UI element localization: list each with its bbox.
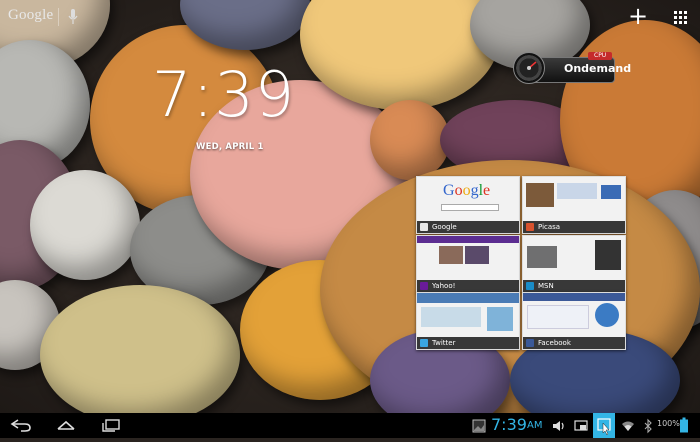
- apps-grid-icon[interactable]: [674, 11, 688, 24]
- cpu-governor-widget[interactable]: CPU Ondemand: [513, 52, 631, 84]
- search-box-preview: [441, 204, 499, 211]
- status-ampm: AM: [527, 420, 543, 431]
- battery-percent: 100%: [657, 419, 680, 428]
- thumb-bar: Twitter: [417, 337, 519, 349]
- thumb-label: Google: [432, 223, 457, 231]
- thumb-bar: Facebook: [523, 337, 625, 349]
- picture-icon[interactable]: [472, 418, 486, 434]
- thumb-label: MSN: [538, 282, 554, 290]
- bird-preview: [487, 307, 513, 331]
- recent-apps-icon[interactable]: [100, 417, 122, 433]
- home-icon[interactable]: [55, 417, 77, 433]
- clock-date: WED, APRIL 1: [196, 142, 264, 152]
- search-divider: [58, 8, 59, 26]
- recent-app-twitter[interactable]: Twitter: [416, 292, 520, 350]
- photo-preview: [439, 246, 463, 264]
- thumb-bar: Yahoo!: [417, 280, 519, 292]
- thumb-bar: MSN: [523, 280, 625, 292]
- top-bar: Google +: [0, 0, 700, 34]
- thumb-bar: Google: [417, 221, 519, 233]
- screenshot-button[interactable]: [593, 413, 615, 438]
- ad-preview: [595, 240, 621, 270]
- msn-app-icon: [526, 282, 534, 290]
- map-preview: [527, 305, 589, 329]
- recent-app-picasa[interactable]: Picasa: [522, 176, 626, 234]
- thumb-label: Facebook: [538, 339, 571, 347]
- google-logo-preview: Google: [443, 182, 491, 199]
- gauge-icon: [513, 52, 545, 84]
- google-search-label[interactable]: Google: [8, 7, 53, 24]
- globe-preview: [595, 303, 619, 327]
- timeline-preview: [421, 307, 481, 327]
- signin-preview: [601, 185, 621, 199]
- yahoo-app-icon: [420, 282, 428, 290]
- photo-preview: [527, 246, 557, 268]
- battery-icon: [680, 417, 688, 433]
- back-icon[interactable]: [10, 417, 32, 433]
- recent-app-facebook[interactable]: Facebook: [522, 292, 626, 350]
- screenshot-icon: [597, 418, 611, 436]
- screen-icon[interactable]: [574, 418, 588, 434]
- mic-icon[interactable]: [68, 9, 78, 25]
- volume-icon[interactable]: [552, 418, 566, 434]
- photo-preview: [465, 246, 489, 264]
- cpu-tag: CPU: [588, 52, 613, 60]
- bluetooth-icon: [644, 418, 652, 434]
- thumb-label: Picasa: [538, 223, 561, 231]
- clock-time[interactable]: 7:39: [152, 60, 295, 130]
- recent-app-msn[interactable]: MSN: [522, 235, 626, 293]
- thumb-label: Twitter: [432, 339, 456, 347]
- photo-preview: [526, 183, 554, 207]
- photo-preview: [557, 183, 597, 199]
- header-preview: [417, 293, 519, 303]
- facebook-app-icon: [526, 339, 534, 347]
- google-app-icon: [420, 223, 428, 231]
- thumb-bar: Picasa: [523, 221, 625, 233]
- recent-app-yahoo[interactable]: Yahoo!: [416, 235, 520, 293]
- system-bar: 7:39 AM 100%: [0, 413, 700, 438]
- picasa-app-icon: [526, 223, 534, 231]
- header-preview: [523, 293, 625, 301]
- status-time[interactable]: 7:39: [491, 415, 527, 435]
- cpu-governor-label: Ondemand: [564, 62, 632, 75]
- twitter-app-icon: [420, 339, 428, 347]
- plus-icon[interactable]: +: [627, 4, 649, 28]
- recent-app-google[interactable]: Google Google: [416, 176, 520, 234]
- wifi-icon: [622, 421, 634, 431]
- header-preview: [417, 236, 519, 243]
- thumb-label: Yahoo!: [432, 282, 456, 290]
